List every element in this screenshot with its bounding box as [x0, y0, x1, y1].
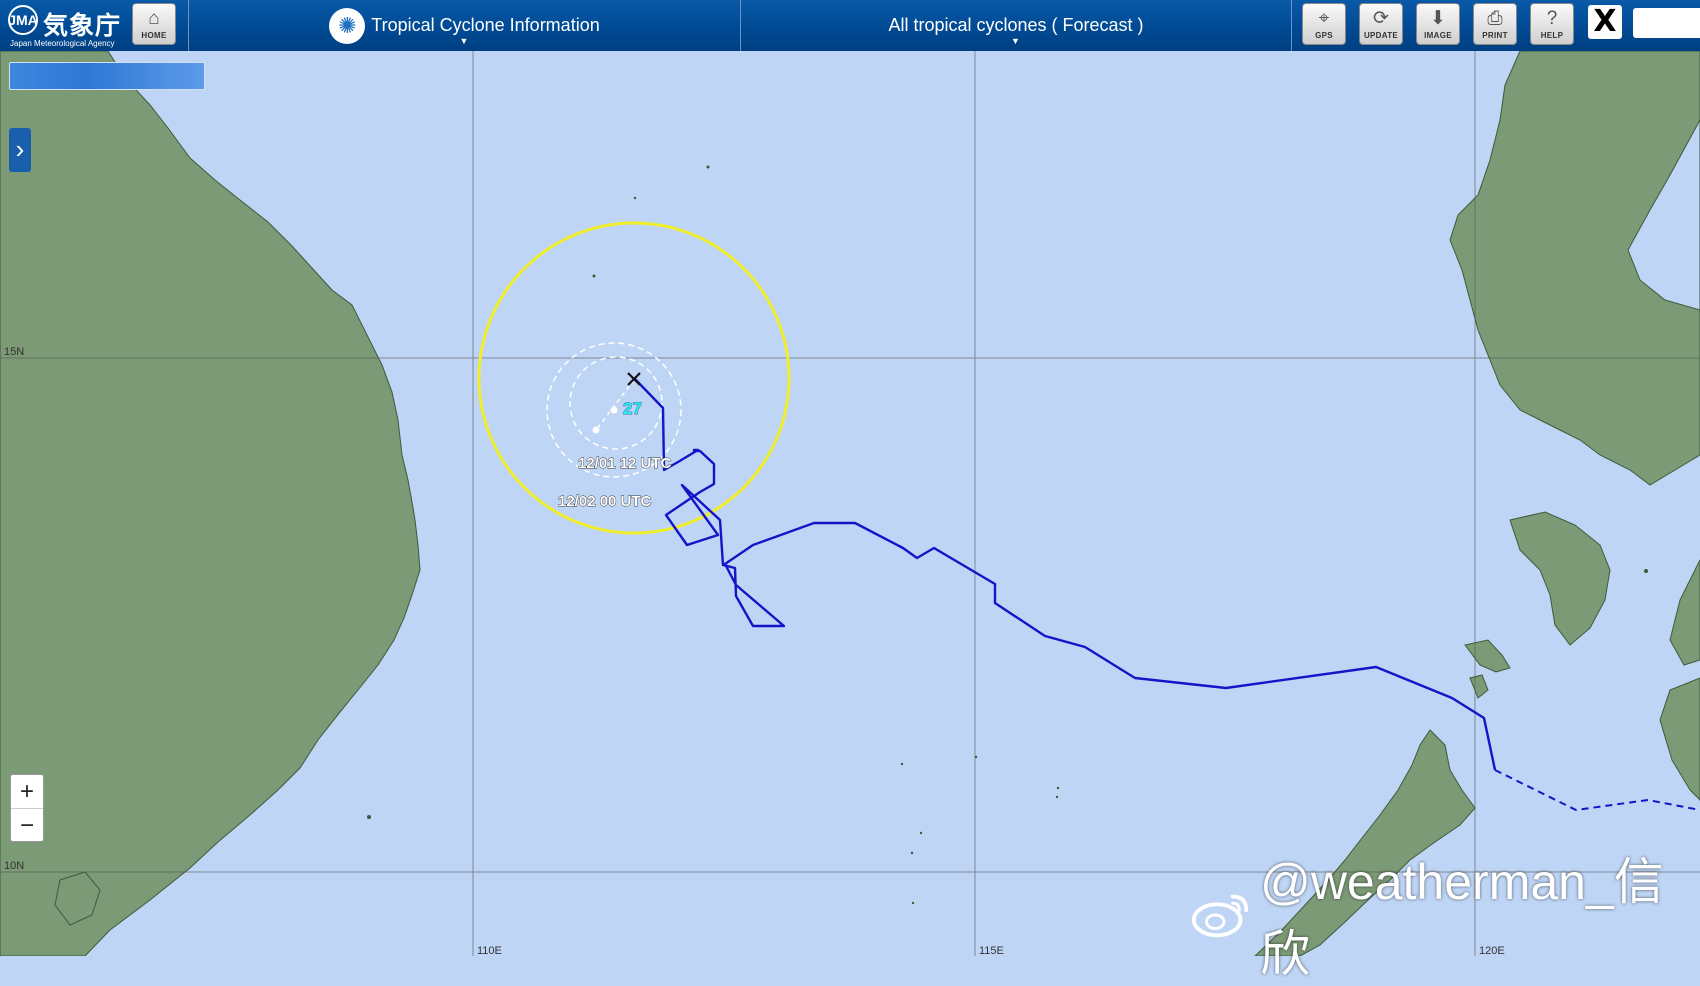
forecast-point-1 [610, 406, 618, 414]
forecast-time-label-2: 12/02 00 UTC [558, 493, 652, 510]
dropdown-caret-icon: ▼ [459, 36, 469, 46]
update-icon: ⟳ [1373, 8, 1389, 29]
watermark: @weatherman_信欣 [1190, 854, 1700, 982]
print-icon: ⎙ [1487, 8, 1503, 29]
print-button[interactable]: ⎙ PRINT [1473, 3, 1517, 45]
gps-button[interactable]: ⌖ GPS [1302, 3, 1346, 45]
map-canvas[interactable]: 15N 10N 110E 115E 120E 27 12/01 12 UTC 1… [0, 0, 1700, 956]
gps-icon: ⌖ [1318, 8, 1330, 29]
home-icon: ⌂ [148, 8, 160, 29]
lon-label-110e: 110E [477, 945, 502, 956]
help-button-label: HELP [1540, 31, 1564, 40]
lat-label-15n: 15N [4, 346, 24, 358]
gps-button-label: GPS [1315, 31, 1333, 40]
storm-number-label: 27 [623, 399, 642, 418]
menu-title: Tropical Cyclone Information [371, 15, 600, 35]
watermark-text: @weatherman_信欣 [1260, 854, 1664, 982]
jma-logo[interactable]: JMA 気象庁 Japan Meteorological Agency [6, 4, 124, 48]
search-input[interactable] [1633, 8, 1700, 38]
agency-name-en: Japan Meteorological Agency [10, 39, 115, 48]
forecast-point-2 [592, 426, 600, 434]
top-bar: JMA 気象庁 Japan Meteorological Agency ⌂ HO… [0, 0, 1700, 51]
agency-name-ja: 気象庁 [43, 11, 122, 40]
zoom-control: + − [10, 774, 44, 842]
forecast-time-label-1: 12/01 12 UTC [578, 455, 672, 472]
redacted-info-box [9, 62, 205, 90]
lat-label-10n: 10N [4, 860, 24, 872]
tropical-cyclone-menu[interactable]: ✺ Tropical Cyclone Information ▼ [189, 0, 740, 51]
weibo-icon [1191, 894, 1249, 938]
update-button-label: UPDATE [1363, 31, 1399, 40]
update-button[interactable]: ⟳ UPDATE [1359, 3, 1403, 45]
forecast-menu-label: All tropical cyclones ( Forecast ) [888, 15, 1144, 35]
typhoon-icon: ✺ [329, 7, 366, 44]
image-button[interactable]: ⬇ IMAGE [1416, 3, 1460, 45]
home-button[interactable]: ⌂ HOME [132, 3, 176, 45]
zoom-out-button[interactable]: − [11, 809, 43, 842]
divider [1291, 0, 1292, 51]
help-button[interactable]: ? HELP [1530, 3, 1574, 45]
image-button-label: IMAGE [1424, 31, 1452, 40]
side-panel-toggle[interactable]: › [9, 128, 31, 172]
dropdown-caret-icon: ▼ [1011, 36, 1020, 46]
download-icon: ⬇ [1430, 8, 1446, 29]
print-button-label: PRINT [1482, 31, 1508, 40]
forecast-menu[interactable]: All tropical cyclones ( Forecast ) ▼ [741, 0, 1291, 51]
lon-label-115e: 115E [979, 945, 1004, 956]
help-icon: ? [1546, 8, 1558, 29]
home-button-label: HOME [141, 31, 167, 40]
x-share-button[interactable]: X [1588, 5, 1622, 39]
jma-emblem-icon: JMA [8, 5, 38, 35]
zoom-in-button[interactable]: + [11, 775, 43, 809]
